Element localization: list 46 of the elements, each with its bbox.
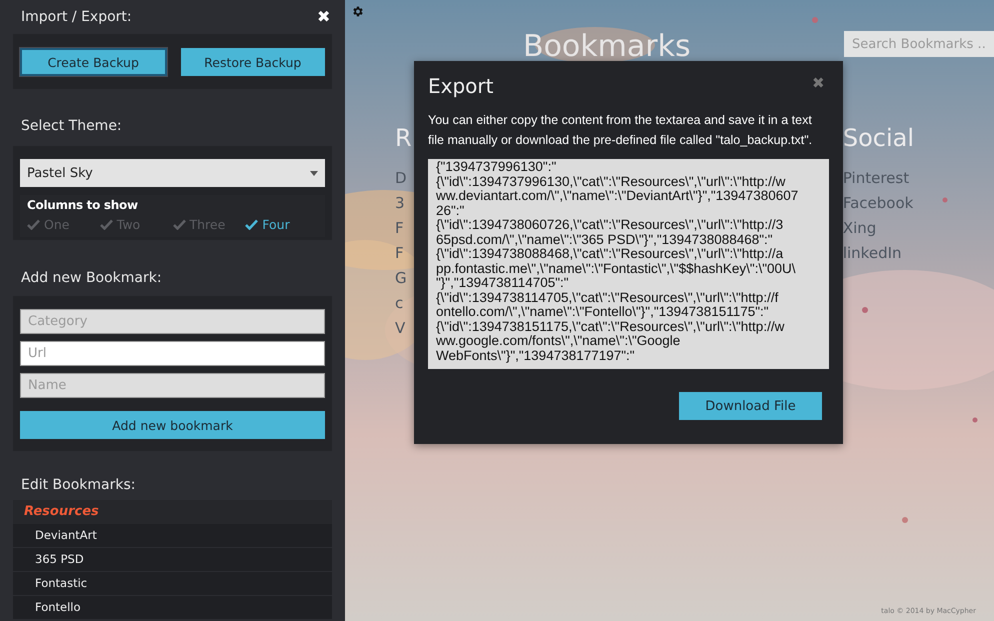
export-textarea[interactable]: {"1394737996130":" {\"id\":1394737996130,\"cat\":\"Resources\",\"url\":\"http://w ww.deviantart.com/\",\"name\":\"DeviantArt\"}","13947380607 26":" {\"id\":1394738060726,\"cat\":\"Resources\",\"url\":\"http://3 65psd.com/\",\"name\":\"365 PSD\"}","1394738088468":" {\"id\":1394738088468,\"cat\":\"Resources\",\"url\":\"http://a pp.fontastic.me\",\"name\":\"Fontastic\",\"$$hashKey\":\"00U\ "}","1394738114705":" {\"id\":1394738114705,\"cat\":\"Resources\",\"url\":\"http://f ontello.com/\",\"name\":\"Fontello\"}","1394738151175":" {\"id\":1394738151175,\"cat\":\"Resources\",\"url\":\"http://w ww.google.com/fonts\",\"name\":\"Google WebFonts\"}","1394738177197":": [428, 159, 829, 369]
search-field[interactable]: Search Bookmarks ...: [844, 31, 994, 57]
section-title: Import / Export:: [21, 9, 132, 25]
section-title: Select Theme:: [20, 117, 123, 136]
column-option[interactable]: Two: [100, 217, 172, 232]
bookmark-link[interactable]: Facebook: [842, 194, 914, 212]
bookmark-link[interactable]: G: [395, 269, 412, 287]
settings-icon[interactable]: [351, 5, 364, 18]
page-title: Bookmarks: [523, 29, 691, 64]
bookmark-item[interactable]: 365 PSD: [13, 548, 332, 572]
check-icon: [245, 219, 258, 230]
bookmark-link[interactable]: F: [395, 244, 412, 262]
input-field[interactable]: Url: [20, 341, 325, 366]
columns-label: Columns to show: [27, 198, 139, 212]
bookmark-link[interactable]: D: [395, 169, 412, 187]
bookmark-link[interactable]: 3: [395, 194, 412, 212]
caret-icon: [310, 170, 318, 176]
check-icon: [172, 219, 186, 230]
bookmark-item[interactable]: Fontastic: [13, 572, 332, 596]
column-option[interactable]: Three: [172, 217, 246, 232]
bookmark-link[interactable]: Xing: [842, 219, 914, 237]
section-title: Edit Bookmarks:: [20, 476, 136, 495]
backup-button[interactable]: Restore Backup: [180, 48, 325, 76]
backup-button[interactable]: Create Backup: [20, 48, 166, 76]
input-field[interactable]: Category: [20, 309, 325, 334]
bookmark-link[interactable]: linkedIn: [842, 244, 914, 262]
dialog-title: Export: [428, 74, 494, 98]
section-title: Add new Bookmark:: [20, 269, 163, 288]
check-icon: [100, 219, 113, 230]
category-heading[interactable]: Resources: [13, 500, 332, 524]
add-bookmark-button[interactable]: Add new bookmark: [20, 411, 325, 439]
theme-select[interactable]: Pastel Sky: [20, 159, 325, 187]
bookmark-link[interactable]: V: [395, 319, 412, 337]
bookmark-item[interactable]: Fontello: [13, 596, 332, 620]
bookmark-link[interactable]: c: [395, 294, 412, 312]
dialog-description: You can either copy the content from the textarea and save it in a text file manually or download the pre-defined file called "talo_backup.txt".: [428, 112, 814, 149]
input-field[interactable]: Name: [20, 373, 325, 398]
check-icon: [27, 219, 40, 230]
bookmark-link[interactable]: Pinterest: [842, 169, 914, 187]
column-heading: R: [395, 124, 412, 152]
bookmark-link[interactable]: F: [395, 219, 412, 237]
column-heading: Social: [842, 124, 914, 152]
column-option[interactable]: One: [27, 217, 100, 232]
download-button[interactable]: Download File: [679, 392, 822, 420]
bookmark-item[interactable]: DeviantArt: [13, 524, 332, 548]
column-option[interactable]: Four: [245, 217, 318, 232]
